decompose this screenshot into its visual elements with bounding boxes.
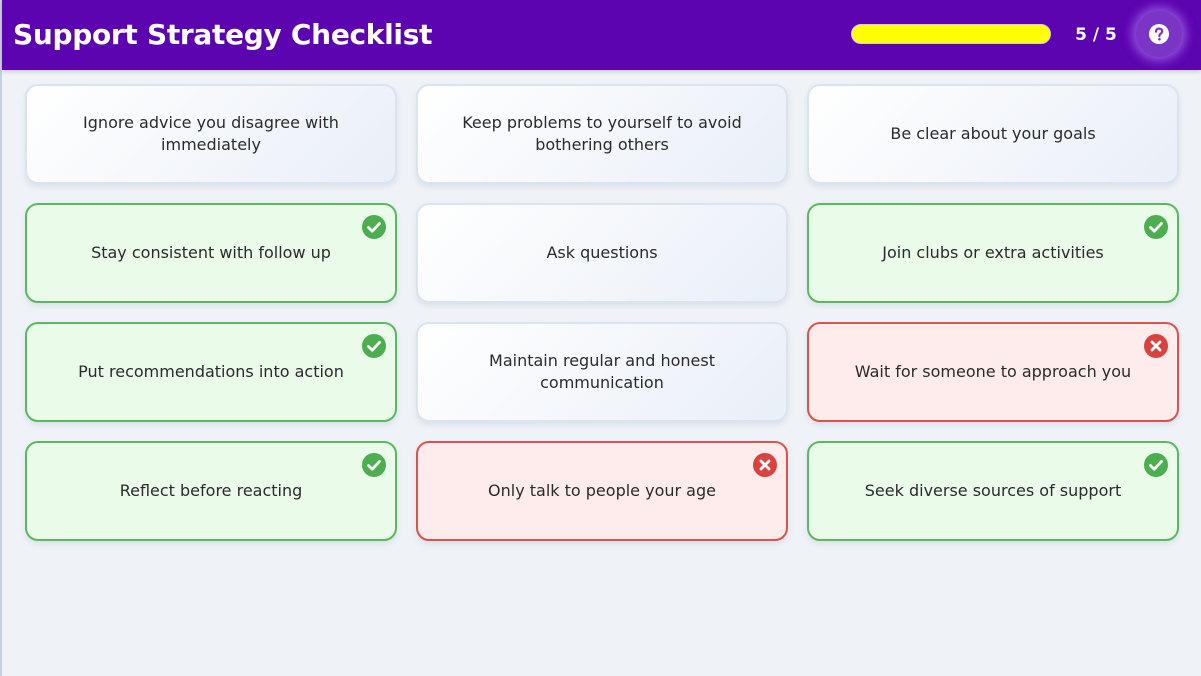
strategy-card[interactable]: Wait for someone to approach you xyxy=(807,322,1179,422)
strategy-card-label: Seek diverse sources of support xyxy=(864,481,1122,500)
help-button[interactable] xyxy=(1136,11,1182,57)
strategy-card-label: Put recommendations into action xyxy=(78,362,344,381)
check-circle-icon xyxy=(362,215,386,239)
progress-bar-fill xyxy=(852,25,1050,43)
strategy-card[interactable]: Seek diverse sources of support xyxy=(807,441,1179,541)
strategy-card-label: Reflect before reacting xyxy=(119,481,303,500)
strategy-card[interactable]: Ignore advice you disagree with immediat… xyxy=(25,84,397,184)
strategy-card-label: Only talk to people your age xyxy=(488,481,716,500)
strategy-card[interactable]: Put recommendations into action xyxy=(25,322,397,422)
strategy-card-label: Wait for someone to approach you xyxy=(854,362,1132,381)
check-circle-icon xyxy=(1144,215,1168,239)
check-circle-icon xyxy=(362,453,386,477)
strategy-card-grid: Ignore advice you disagree with immediat… xyxy=(25,84,1179,541)
strategy-card[interactable]: Reflect before reacting xyxy=(25,441,397,541)
close-circle-icon xyxy=(1144,334,1168,358)
strategy-card-label: Be clear about your goals xyxy=(890,124,1096,143)
strategy-card[interactable]: Join clubs or extra activities xyxy=(807,203,1179,303)
progress-bar xyxy=(851,24,1051,44)
question-circle-icon xyxy=(1149,24,1169,44)
strategy-card[interactable]: Ask questions xyxy=(416,203,788,303)
strategy-card-label: Keep problems to yourself to avoid bothe… xyxy=(462,113,742,154)
strategy-card-label: Join clubs or extra activities xyxy=(882,243,1104,262)
check-circle-icon xyxy=(362,334,386,358)
strategy-card-label: Ask questions xyxy=(546,243,658,262)
window-left-edge xyxy=(0,0,2,676)
strategy-card-label: Ignore advice you disagree with immediat… xyxy=(83,113,339,154)
strategy-card[interactable]: Stay consistent with follow up xyxy=(25,203,397,303)
close-circle-icon xyxy=(753,453,777,477)
strategy-card-label: Maintain regular and honest communicatio… xyxy=(489,351,715,392)
strategy-card[interactable]: Maintain regular and honest communicatio… xyxy=(416,322,788,422)
strategy-card[interactable]: Keep problems to yourself to avoid bothe… xyxy=(416,84,788,184)
header-bar: Support Strategy Checklist 5 / 5 xyxy=(2,0,1201,70)
strategy-card-label: Stay consistent with follow up xyxy=(91,243,331,262)
page-title: Support Strategy Checklist xyxy=(13,18,433,51)
progress-counter: 5 / 5 xyxy=(1075,25,1117,45)
strategy-card[interactable]: Be clear about your goals xyxy=(807,84,1179,184)
check-circle-icon xyxy=(1144,453,1168,477)
strategy-card[interactable]: Only talk to people your age xyxy=(416,441,788,541)
